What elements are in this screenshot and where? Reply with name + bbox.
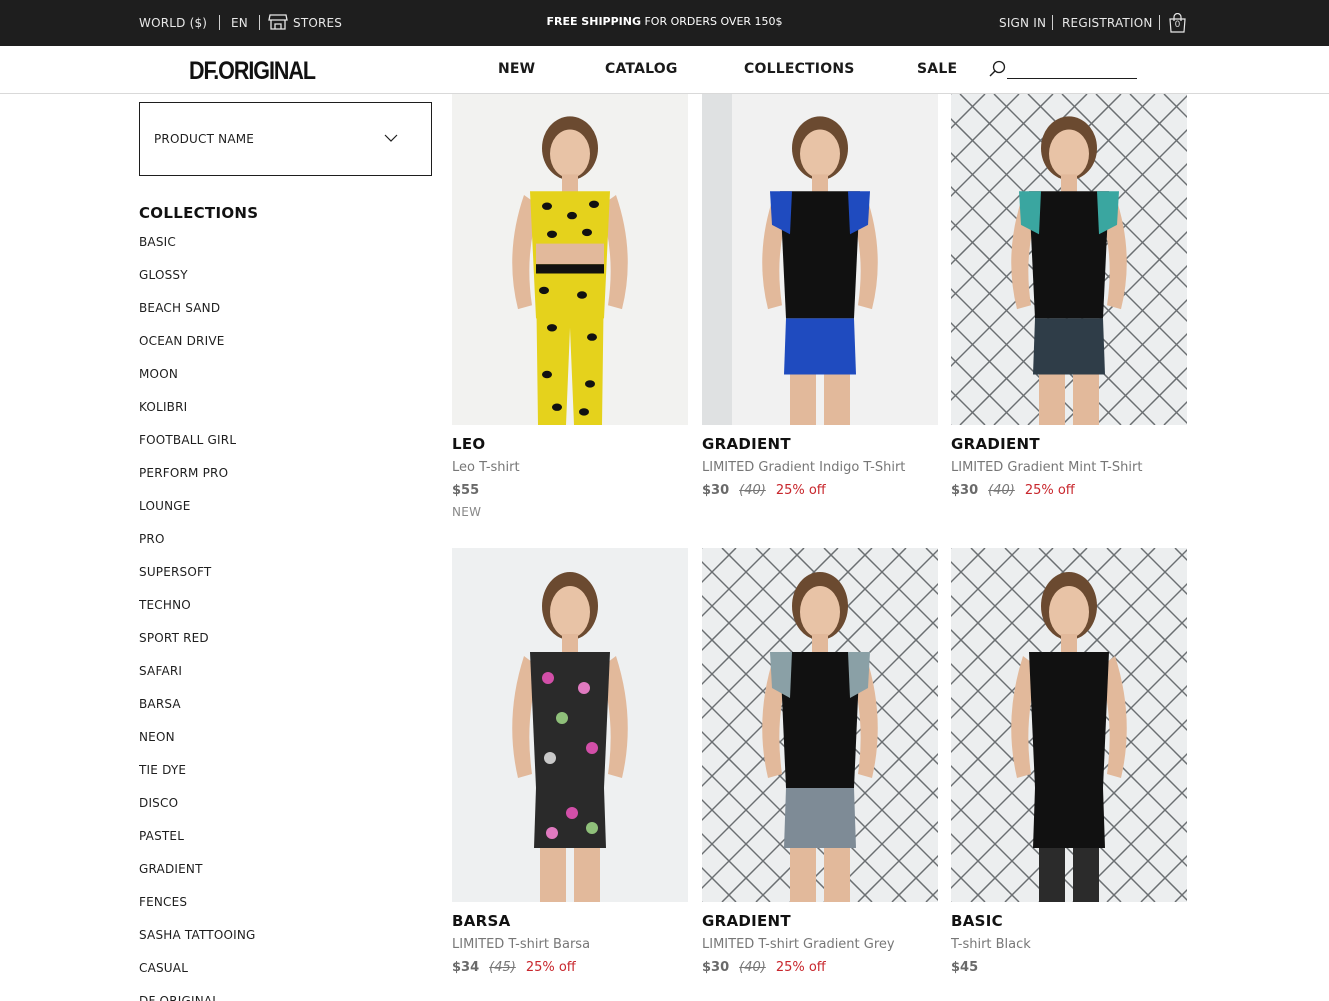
collection-item[interactable]: LOUNGE <box>139 498 429 531</box>
collection-item[interactable]: KOLIBRI <box>139 399 429 432</box>
collections-list: BASIC GLOSSY BEACH SAND OCEAN DRIVE MOON KOLI… <box>139 234 429 1001</box>
nav-catalog[interactable]: CATALOG <box>605 61 678 77</box>
collection-item[interactable]: PERFORM PRO <box>139 465 429 498</box>
product-card[interactable]: GRADIENT LIMITED Gradient Indigo T-Shirt $… <box>702 94 938 525</box>
product-price-row: $45 <box>951 960 978 975</box>
product-price-row: $30 (40) 25% off <box>702 483 826 498</box>
product-name[interactable]: LIMITED T-shirt Barsa <box>452 937 590 952</box>
product-old-price: (45) <box>489 960 516 975</box>
collection-item[interactable]: BARSA <box>139 696 429 729</box>
collection-item[interactable]: SAFARI <box>139 663 429 696</box>
search-input[interactable] <box>1007 57 1137 79</box>
sort-dropdown[interactable]: PRODUCT NAME <box>139 102 432 176</box>
product-price: $30 <box>702 960 730 975</box>
registration-link[interactable]: REGISTRATION <box>1062 16 1153 30</box>
shipping-bold: FREE SHIPPING <box>546 15 641 28</box>
collection-item[interactable]: PASTEL <box>139 828 429 861</box>
cart-count: 0 <box>1174 20 1181 30</box>
product-card[interactable]: LEO Leo T-shirt $55 NEW <box>452 94 688 525</box>
product-card[interactable]: BARSA LIMITED T-shirt Barsa $34 (45) 25% off <box>452 548 688 1001</box>
product-name[interactable]: T-shirt Black <box>951 937 1031 952</box>
product-card[interactable]: GRADIENT LIMITED Gradient Mint T-Shirt $30… <box>951 94 1187 525</box>
product-discount: 25% off <box>775 960 826 975</box>
collection-item[interactable]: GLOSSY <box>139 267 429 300</box>
product-image[interactable] <box>452 94 688 425</box>
collection-item[interactable]: NEON <box>139 729 429 762</box>
collection-item[interactable]: PRO <box>139 531 429 564</box>
logo[interactable]: DF.ORIGINAL <box>189 57 316 86</box>
product-name[interactable]: LIMITED Gradient Indigo T-Shirt <box>702 460 905 475</box>
product-old-price: (40) <box>739 960 766 975</box>
product-card[interactable]: GRADIENT LIMITED T-shirt Gradient Grey $30… <box>702 548 938 1001</box>
top-bar: WORLD ($) EN STORES FREE SHIPPING FOR OR… <box>0 0 1329 46</box>
product-image[interactable] <box>702 548 938 902</box>
collection-item[interactable]: SASHA TATTOOING <box>139 927 429 960</box>
new-badge: NEW <box>452 505 482 519</box>
product-old-price: (40) <box>739 483 766 498</box>
sign-in-link[interactable]: SIGN IN <box>999 16 1046 30</box>
search-icon[interactable] <box>988 59 1008 79</box>
shipping-text: FOR ORDERS OVER 150$ <box>644 15 783 28</box>
chevron-down-icon <box>384 134 398 142</box>
product-price: $34 <box>452 960 480 975</box>
main-nav: DF.ORIGINAL NEW CATALOG COLLECTIONS SALE <box>0 46 1329 94</box>
product-price: $30 <box>951 483 979 498</box>
collection-item[interactable]: TIE DYE <box>139 762 429 795</box>
product-price: $30 <box>702 483 730 498</box>
product-collection[interactable]: GRADIENT <box>951 435 1040 453</box>
collection-item[interactable]: BASIC <box>139 234 429 267</box>
collection-item[interactable]: DF ORIGINAL <box>139 993 429 1001</box>
product-image[interactable] <box>951 94 1187 425</box>
collection-item[interactable]: BEACH SAND <box>139 300 429 333</box>
divider <box>1159 15 1160 30</box>
divider <box>1052 15 1053 30</box>
nav-collections[interactable]: COLLECTIONS <box>744 61 855 77</box>
collection-item[interactable]: GRADIENT <box>139 861 429 894</box>
nav-new[interactable]: NEW <box>498 61 535 77</box>
product-price-row: $55 <box>452 483 479 498</box>
product-image[interactable] <box>702 94 938 425</box>
collection-item[interactable]: OCEAN DRIVE <box>139 333 429 366</box>
product-image[interactable] <box>452 548 688 902</box>
sort-label: PRODUCT NAME <box>154 132 255 146</box>
collection-item[interactable]: CASUAL <box>139 960 429 993</box>
product-name[interactable]: Leo T-shirt <box>452 460 520 475</box>
product-price: $45 <box>951 960 979 975</box>
collection-item[interactable]: FOOTBALL GIRL <box>139 432 429 465</box>
product-image[interactable] <box>951 548 1187 902</box>
product-discount: 25% off <box>525 960 576 975</box>
product-price: $55 <box>452 483 480 498</box>
collection-item[interactable]: DISCO <box>139 795 429 828</box>
product-price-row: $30 (40) 25% off <box>702 960 826 975</box>
product-collection[interactable]: LEO <box>452 435 485 453</box>
nav-sale[interactable]: SALE <box>917 61 957 77</box>
product-collection[interactable]: BASIC <box>951 912 1003 930</box>
collection-item[interactable]: FENCES <box>139 894 429 927</box>
product-collection[interactable]: GRADIENT <box>702 435 791 453</box>
product-discount: 25% off <box>775 483 826 498</box>
product-collection[interactable]: BARSA <box>452 912 511 930</box>
collection-item[interactable]: TECHNO <box>139 597 429 630</box>
collections-heading: COLLECTIONS <box>139 204 259 222</box>
collection-item[interactable]: SUPERSOFT <box>139 564 429 597</box>
product-price-row: $30 (40) 25% off <box>951 483 1075 498</box>
product-price-row: $34 (45) 25% off <box>452 960 576 975</box>
collection-item[interactable]: SPORT RED <box>139 630 429 663</box>
product-old-price: (40) <box>988 483 1015 498</box>
product-name[interactable]: LIMITED Gradient Mint T-Shirt <box>951 460 1142 475</box>
product-card[interactable]: BASIC T-shirt Black $45 <box>951 548 1187 1001</box>
collection-item[interactable]: MOON <box>139 366 429 399</box>
product-discount: 25% off <box>1024 483 1075 498</box>
product-collection[interactable]: GRADIENT <box>702 912 791 930</box>
product-name[interactable]: LIMITED T-shirt Gradient Grey <box>702 937 895 952</box>
